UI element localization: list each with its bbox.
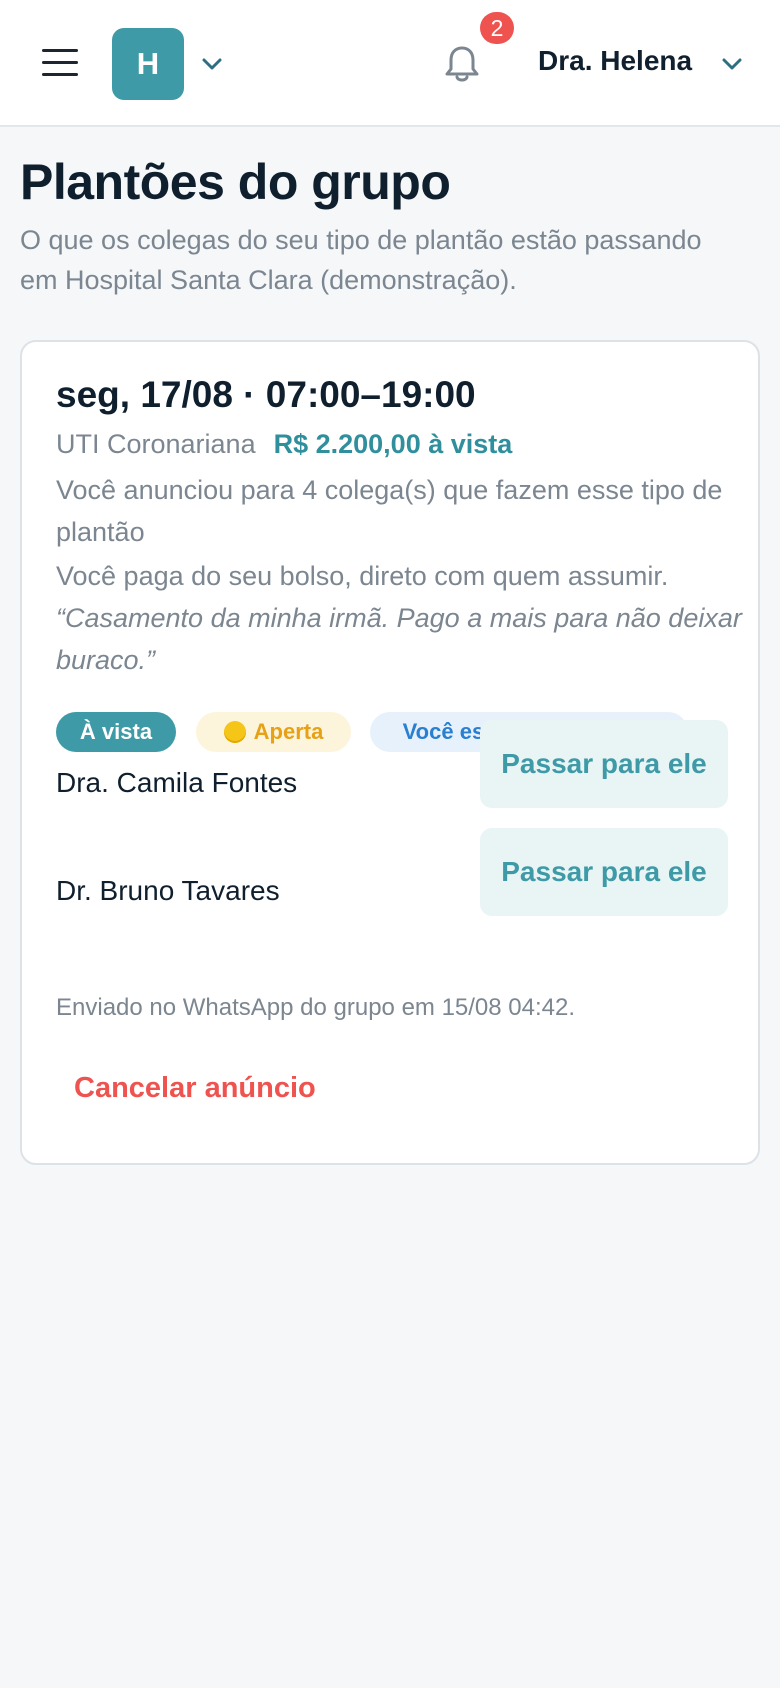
- pass-to-candidate-button[interactable]: Passar para ele: [480, 720, 728, 808]
- yellow-circle-icon: [223, 721, 246, 743]
- menu-icon[interactable]: [42, 47, 78, 77]
- org-avatar[interactable]: H: [112, 28, 184, 100]
- tag-aperta-label: Aperta: [253, 719, 324, 744]
- page-title: Plantões do grupo: [20, 154, 451, 210]
- top-bar: H 2 Dra. Helena: [0, 0, 780, 127]
- shift-unit: UTI Coronariana: [56, 429, 256, 459]
- sent-note: Enviado no WhatsApp do grupo em 15/08 04…: [56, 994, 576, 1021]
- announced-to-text: Você anunciou para 4 colega(s) que fazem…: [56, 475, 723, 547]
- chevron-down-icon[interactable]: [200, 54, 224, 74]
- shift-price: R$ 2.200,00 à vista: [273, 429, 513, 459]
- tag-aperta: Aperta: [196, 712, 351, 752]
- chevron-down-icon[interactable]: [720, 54, 744, 74]
- tag-a-vista: À vista: [56, 712, 176, 752]
- pass-to-candidate-button[interactable]: Passar para ele: [480, 828, 728, 916]
- page-subtitle: O que os colegas do seu tipo de plantão …: [20, 225, 702, 295]
- shift-card: seg, 17/08 · 07:00–19:00 UTI Coronariana…: [20, 340, 760, 1165]
- shift-date-time: seg, 17/08 · 07:00–19:00: [56, 374, 476, 415]
- notification-count-badge: 2: [480, 12, 514, 44]
- shift-unit-price: UTI Coronariana R$ 2.200,00 à vista: [56, 429, 512, 460]
- candidate-name: Dr. Bruno Tavares: [56, 875, 280, 906]
- cancel-announcement-button[interactable]: Cancelar anúncio: [74, 1072, 316, 1105]
- candidate-name: Dra. Camila Fontes: [56, 767, 298, 798]
- shift-quote: “Casamento da minha irmã. Pago a mais pa…: [56, 603, 742, 675]
- bell-icon[interactable]: [444, 44, 480, 84]
- user-name[interactable]: Dra. Helena: [538, 45, 692, 77]
- payment-note: Você paga do seu bolso, direto com quem …: [56, 561, 669, 591]
